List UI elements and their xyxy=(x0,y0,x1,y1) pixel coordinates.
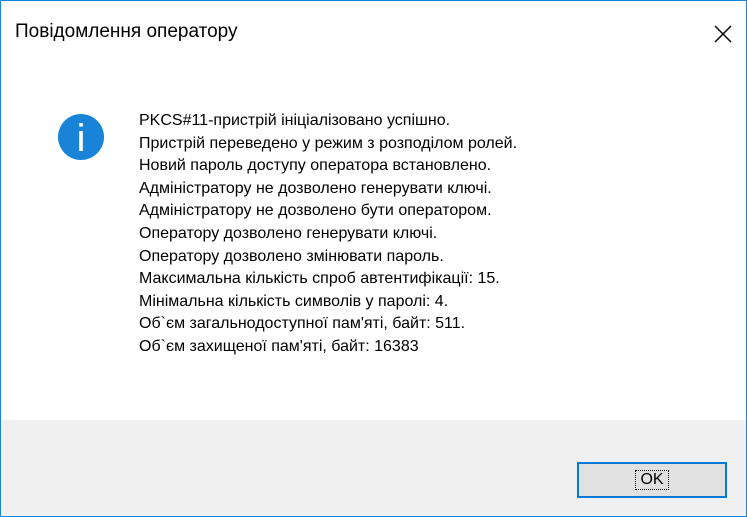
info-icon xyxy=(58,114,104,160)
message-line: Мінімальна кількість символів у паролі: … xyxy=(139,292,449,310)
message-line: Новий пароль доступу оператора встановле… xyxy=(139,157,492,175)
message-line: Об`єм загальнодоступної пам'яті, байт: 5… xyxy=(139,315,466,333)
ok-button[interactable]: OK xyxy=(577,462,727,498)
message-line: Оператору дозволено генерувати ключі. xyxy=(139,224,438,242)
button-bar: OK xyxy=(1,420,746,516)
message-line: Об`єм захищеної пам'яті, байт: 16383 xyxy=(139,337,419,355)
close-icon xyxy=(714,25,732,43)
message-line: Адміністратору не дозволено бути операто… xyxy=(139,202,492,220)
message-line: Адміністратору не дозволено генерувати к… xyxy=(139,179,492,197)
message-line: PKCS#11-пристрій ініціалізовано успішно. xyxy=(139,112,451,129)
close-button[interactable] xyxy=(700,1,746,67)
message-dialog: Повідомлення оператору PKCS#11-пристрій … xyxy=(0,0,747,517)
message-line: Пристрій переведено у режим з розподілом… xyxy=(139,134,518,152)
window-title: Повідомлення оператору xyxy=(15,21,238,42)
ok-button-label: OK xyxy=(635,470,669,490)
message-line: Максимальна кількість спроб автентифікац… xyxy=(139,270,500,288)
message-area: PKCS#11-пристрій ініціалізовано успішно.… xyxy=(1,75,746,420)
title-bar[interactable]: Повідомлення оператору xyxy=(1,1,746,75)
message-text: PKCS#11-пристрій ініціалізовано успішно.… xyxy=(139,110,517,359)
message-line: Оператору дозволено змінювати пароль. xyxy=(139,247,444,265)
